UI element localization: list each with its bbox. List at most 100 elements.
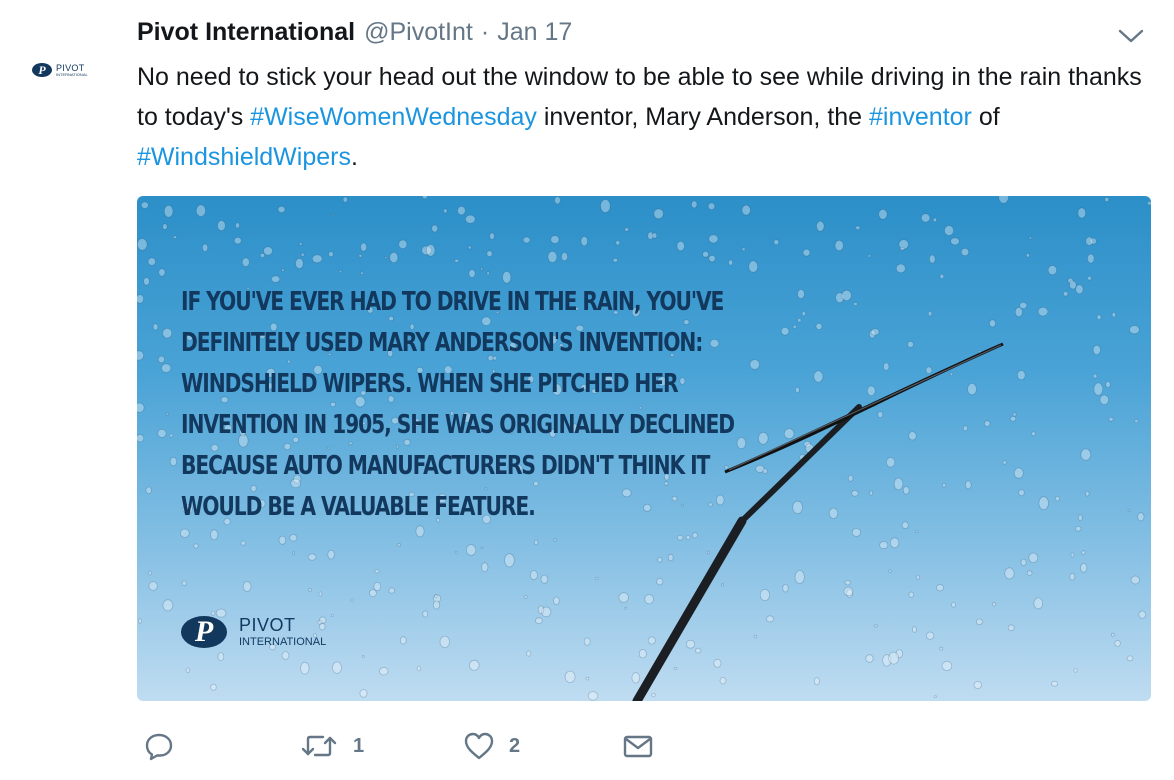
- tweet-header: Pivot International @PivotInt · Jan 17: [137, 18, 572, 54]
- raindrop: [158, 268, 166, 277]
- author-handle[interactable]: @PivotInt: [364, 18, 473, 47]
- raindrop: [398, 239, 408, 250]
- raindrop: [360, 242, 368, 252]
- raindrop: [925, 366, 933, 375]
- raindrop: [878, 208, 888, 220]
- raindrop: [1002, 460, 1007, 465]
- raindrop: [259, 253, 266, 258]
- raindrop: [647, 636, 656, 645]
- raindrop: [902, 486, 910, 495]
- raindrop: [631, 672, 641, 684]
- raindrop: [992, 601, 996, 607]
- avatar[interactable]: P PIVOT INTERNATIONAL: [32, 60, 112, 80]
- tweet-date[interactable]: Jan 17: [497, 18, 572, 47]
- raindrop: [915, 574, 921, 580]
- envelope-icon: [623, 735, 653, 758]
- raindrop: [721, 583, 724, 587]
- author-name[interactable]: Pivot International: [137, 18, 355, 47]
- raindrop: [368, 589, 377, 598]
- raindrop: [867, 254, 872, 258]
- raindrop: [1020, 558, 1027, 566]
- raindrop: [374, 569, 380, 574]
- direct-message-button[interactable]: [622, 730, 668, 762]
- raindrop: [1105, 381, 1111, 388]
- raindrop: [242, 581, 252, 592]
- raindrop: [399, 636, 407, 645]
- raindrop: [801, 311, 806, 317]
- raindrop: [163, 204, 174, 218]
- raindrop: [757, 431, 769, 445]
- raindrop: [281, 651, 290, 660]
- tweet-text-segment: inventor, Mary Anderson, the: [536, 103, 870, 131]
- like-count: 2: [509, 734, 521, 757]
- raindrop: [964, 480, 972, 490]
- raindrop: [1054, 495, 1061, 502]
- tweet[interactable]: P PIVOT INTERNATIONAL Pivot Internationa…: [0, 0, 1174, 780]
- raindrop: [939, 273, 945, 280]
- raindrop: [651, 692, 656, 697]
- raindrop: [685, 639, 696, 649]
- hashtag-link[interactable]: #inventor: [869, 103, 972, 131]
- raindrop: [939, 646, 944, 651]
- raindrop: [1018, 489, 1025, 497]
- raindrop: [708, 254, 716, 263]
- raindrop: [673, 666, 678, 670]
- hashtag-link[interactable]: #WiseWomenWednesday: [250, 103, 537, 131]
- tweet-text-segment: .: [350, 143, 358, 171]
- pivot-logo-icon: P: [32, 63, 52, 77]
- like-button[interactable]: 2: [463, 730, 520, 762]
- raindrop: [908, 431, 917, 441]
- raindrop: [202, 243, 209, 252]
- raindrop: [1019, 301, 1028, 310]
- raindrop: [522, 236, 531, 244]
- raindrop: [1147, 201, 1151, 206]
- raindrop: [235, 222, 240, 229]
- raindrop: [292, 551, 296, 555]
- raindrop: [893, 477, 904, 491]
- raindrop: [1038, 496, 1049, 511]
- raindrop: [1134, 419, 1139, 424]
- raindrop: [1138, 610, 1147, 619]
- raindrop: [217, 652, 225, 662]
- raindrop: [162, 599, 174, 612]
- raindrop: [773, 239, 780, 246]
- raindrop: [741, 247, 746, 252]
- raindrop: [713, 658, 722, 668]
- raindrop: [534, 617, 543, 625]
- raindrop: [594, 576, 599, 580]
- raindrop: [1108, 417, 1114, 422]
- raindrop: [169, 456, 178, 467]
- raindrop: [360, 271, 364, 276]
- raindrop: [552, 596, 560, 605]
- raindrop: [967, 383, 977, 396]
- raindrop: [553, 538, 557, 542]
- raindrop: [560, 252, 568, 262]
- raindrop: [165, 412, 169, 416]
- raindrop: [888, 651, 900, 665]
- raindrop: [330, 614, 334, 617]
- raindrop: [454, 551, 458, 554]
- tweet-actions: 1 2: [0, 724, 1174, 768]
- raindrop: [797, 317, 802, 323]
- raindrop: [960, 247, 970, 257]
- raindrop: [728, 259, 734, 266]
- logo-subtitle: INTERNATIONAL: [239, 635, 327, 648]
- chevron-down-icon[interactable]: [1118, 28, 1144, 44]
- raindrop: [869, 490, 873, 496]
- hashtag-link[interactable]: #WindshieldWipers: [137, 143, 351, 171]
- pivot-logo: P PIVOT INTERNATIONAL: [181, 615, 327, 648]
- raindrop: [933, 695, 938, 699]
- reply-button[interactable]: [143, 730, 189, 762]
- raindrop: [1028, 236, 1033, 240]
- raindrop: [1114, 639, 1121, 647]
- raindrop: [537, 605, 545, 615]
- raindrop: [828, 507, 839, 519]
- raindrop: [145, 486, 152, 495]
- retweet-button[interactable]: 1: [299, 730, 364, 762]
- raindrop: [147, 257, 156, 266]
- raindrop: [1028, 552, 1039, 564]
- raindrop: [927, 310, 933, 317]
- raindrop: [1093, 382, 1104, 396]
- media-image[interactable]: If you've ever had to drive in the rain,…: [137, 196, 1151, 701]
- raindrop: [465, 544, 477, 556]
